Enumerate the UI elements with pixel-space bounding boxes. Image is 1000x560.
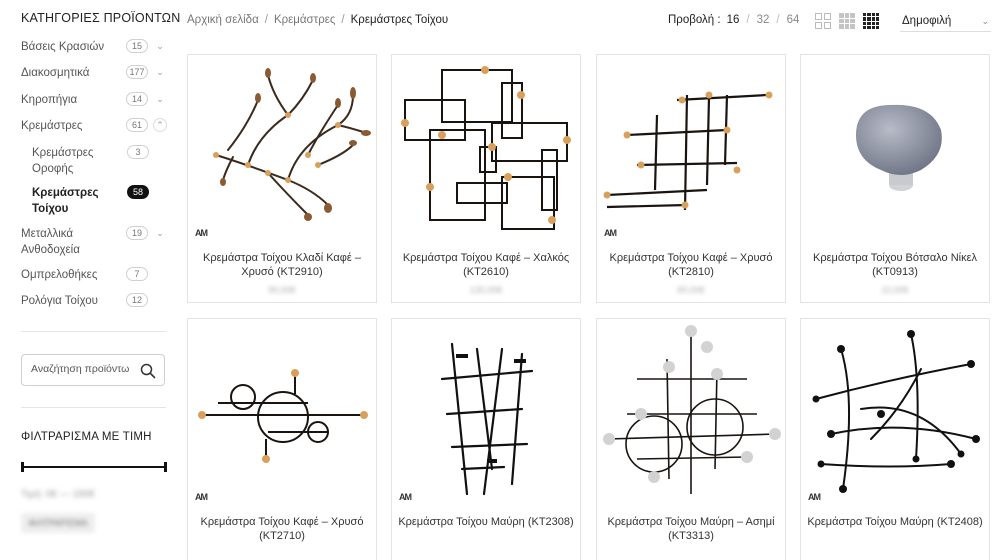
search-input[interactable] (31, 363, 136, 375)
product-name[interactable]: Κρεμάστρα Τοίχου Μαύρη (KT2408) (805, 515, 985, 529)
product-card[interactable]: AM Κρεμάστρα Τοίχου Καφέ – Χρυσό (KT2710… (187, 318, 377, 560)
slider-handle-max[interactable] (164, 462, 167, 472)
per-page-label: Προβολή : (668, 14, 721, 26)
product-name[interactable]: Κρεμάστρα Τοίχου Καφέ – Χρυσό (KT2710) (192, 515, 372, 543)
category-label: Διακοσμητικά (21, 67, 90, 79)
grid-4-icon[interactable] (863, 13, 879, 29)
category-item-kremastres-orofis[interactable]: Κρεμάστρες Οροφής 3 (32, 145, 157, 177)
chevron-up-icon[interactable]: ⌃ (153, 118, 167, 132)
category-count-badge: 15 (126, 39, 148, 53)
brand-logo: AM (808, 492, 821, 502)
category-item-vaseis-krasion[interactable]: Βάσεις Κρασιών 15 ⌄ (21, 39, 166, 55)
product-image-black-rods-hanger[interactable] (801, 319, 989, 509)
product-image-circles-hanger[interactable] (188, 319, 376, 509)
sidebar: ΚΑΤΗΓΟΡΙΕΣ ΠΡΟΪΟΝΤΩΝ Βάσεις Κρασιών 15 ⌄… (0, 0, 186, 560)
per-page-selector: Προβολή :16/32/64 (668, 14, 800, 26)
product-image-grid-hanger[interactable] (597, 55, 785, 245)
sort-select[interactable]: Δημοφιλή ⌄ (900, 10, 991, 32)
product-name[interactable]: Κρεμάστρα Τοίχου Καφέ – Χαλκός (KT2610) (396, 251, 576, 279)
chevron-down-icon[interactable]: ⌄ (153, 39, 167, 53)
divider (21, 407, 166, 408)
product-name[interactable]: Κρεμάστρα Τοίχου Κλαδί Καφέ – Χρυσό (KT2… (192, 251, 372, 279)
sort-selected-value: Δημοφιλή (902, 15, 952, 27)
brand-logo: AM (195, 228, 208, 238)
category-count-badge: 19 (126, 226, 148, 240)
product-name[interactable]: Κρεμάστρα Τοίχου Μαύρη – Ασημί (KT3313) (601, 515, 781, 543)
category-count-badge: 177 (126, 65, 148, 79)
product-price: 90,00€ (268, 285, 296, 295)
product-name[interactable]: Κρεμάστρα Τοίχου Μαύρη (KT2308) (396, 515, 576, 529)
breadcrumb: Αρχική σελίδα / Κρεμάστρες / Κρεμάστρες Τοίχ… (187, 14, 449, 26)
category-count-badge: 3 (127, 145, 149, 159)
product-name[interactable]: Κρεμάστρα Τοίχου Καφέ – Χρυσό (KT2810) (601, 251, 781, 279)
category-label: Κηροπήγια (21, 94, 78, 106)
breadcrumb-parent-link[interactable]: Κρεμάστρες (274, 14, 335, 26)
chevron-down-icon[interactable]: ⌄ (153, 92, 167, 106)
category-item-kiropigia[interactable]: Κηροπήγια 14 ⌄ (21, 92, 166, 108)
product-card[interactable]: AM Κρεμάστρα Τοίχου Κλαδί Καφέ – Χρυσό (… (187, 54, 377, 303)
product-card[interactable]: Κρεμάστρα Τοίχου Μαύρη – Ασημί (KT3313) (596, 318, 786, 560)
brand-logo: AM (604, 228, 617, 238)
category-label: Κρεμάστρες Οροφής (32, 147, 94, 175)
grid-3-icon[interactable] (839, 13, 855, 29)
category-item-kremastres-toixou[interactable]: Κρεμάστρες Τοίχου 58 (32, 185, 157, 217)
category-label: Ομπρελοθήκες (21, 269, 98, 281)
product-card[interactable]: Κρεμάστρα Τοίχου Βότσαλο Νίκελ (KT0913) … (800, 54, 990, 303)
per-page-option-64[interactable]: 64 (787, 14, 800, 26)
divider (21, 331, 166, 332)
brand-logo: AM (399, 492, 412, 502)
category-label: Κρεμάστρες Τοίχου (32, 187, 99, 215)
price-range-slider[interactable] (21, 462, 167, 472)
category-label: Μεταλλικά Ανθοδοχεία (21, 228, 80, 256)
category-label: Κρεμάστρες (21, 120, 83, 132)
product-image-branch-hanger[interactable] (188, 55, 376, 245)
product-card[interactable]: AM Κρεμάστρα Τοίχου Μαύρη (KT2308) (391, 318, 581, 560)
product-price: 130,00€ (469, 285, 503, 295)
price-range-text: Τιμή: 0€ — 150€ (21, 489, 95, 500)
category-count-badge: 58 (127, 185, 149, 199)
category-item-kremastres[interactable]: Κρεμάστρες 61 ⌃ (21, 118, 167, 134)
product-card[interactable]: AM Κρεμάστρα Τοίχου Μαύρη (KT2408) (800, 318, 990, 560)
product-name[interactable]: Κρεμάστρα Τοίχου Βότσαλο Νίκελ (KT0913) (805, 251, 985, 279)
category-count-badge: 14 (126, 92, 148, 106)
sidebar-title: ΚΑΤΗΓΟΡΙΕΣ ΠΡΟΪΟΝΤΩΝ (21, 11, 181, 25)
product-card[interactable]: AM Κρεμάστρα Τοίχου Καφέ – Χρυσό (KT2810… (596, 54, 786, 303)
product-image-pebble-hanger[interactable] (801, 55, 989, 245)
category-item-omprelothikes[interactable]: Ομπρελοθήκες 7 (21, 267, 166, 283)
slider-track (21, 466, 167, 468)
price-filter-title: ΦΙΛΤΡΑΡΙΣΜΑ ΜΕ ΤΙΜΗ (21, 431, 152, 443)
breadcrumb-home-link[interactable]: Αρχική σελίδα (187, 14, 259, 26)
chevron-down-icon: ⌄ (981, 16, 989, 26)
product-price: 90,00€ (677, 285, 705, 295)
chevron-down-icon[interactable]: ⌄ (153, 226, 167, 240)
category-count-badge: 12 (126, 293, 148, 307)
category-item-diakosmitika[interactable]: Διακοσμητικά 177 ⌄ (21, 65, 166, 81)
grid-view-toggles (815, 13, 881, 29)
breadcrumb-current: Κρεμάστρες Τοίχου (350, 14, 449, 26)
category-label: Ρολόγια Τοίχου (21, 295, 98, 307)
product-price: 10,00€ (881, 285, 909, 295)
product-image-rectangles-hanger[interactable] (392, 55, 580, 245)
per-page-option-16[interactable]: 16 (727, 14, 740, 26)
category-item-rologia-toixou[interactable]: Ρολόγια Τοίχου 12 (21, 293, 166, 309)
slider-handle-min[interactable] (21, 462, 24, 472)
per-page-option-32[interactable]: 32 (757, 14, 770, 26)
brand-logo: AM (195, 492, 208, 502)
category-item-metallika-anthodoxeia[interactable]: Μεταλλικά Ανθοδοχεία 19 ⌄ (21, 226, 166, 258)
category-label: Βάσεις Κρασιών (21, 41, 105, 53)
search-icon[interactable] (140, 363, 156, 379)
filter-button[interactable]: ΦΙΛΤΡΑΡΙΣΜΑ (21, 513, 95, 533)
category-count-badge: 7 (126, 267, 148, 281)
grid-2-icon[interactable] (815, 13, 831, 29)
chevron-down-icon[interactable]: ⌄ (153, 65, 167, 79)
product-search (21, 354, 165, 386)
category-count-badge: 61 (126, 118, 148, 132)
product-image-silver-circles-hanger[interactable] (597, 319, 785, 509)
product-card[interactable]: Κρεμάστρα Τοίχου Καφέ – Χαλκός (KT2610) … (391, 54, 581, 303)
product-image-lines-hanger[interactable] (392, 319, 580, 509)
